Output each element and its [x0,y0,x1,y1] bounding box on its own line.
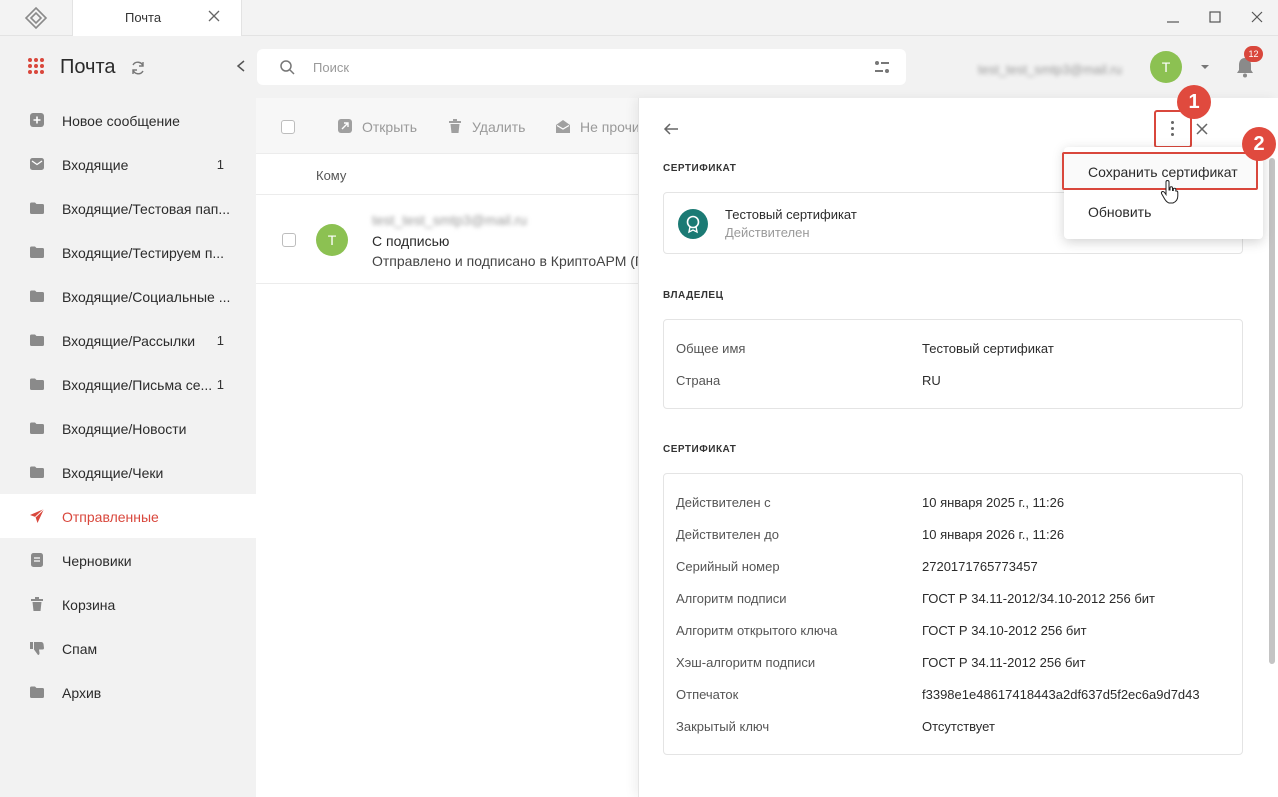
detail-row-thumbprint: Отпечаток f3398e1e48617418443a2df637d5f2… [676,687,1200,702]
detail-row-public-key-algorithm: Алгоритм открытого ключа ГОСТ Р 34.10-20… [676,623,1087,638]
select-all-checkbox[interactable] [281,120,295,134]
row-checkbox[interactable] [282,233,296,247]
app-title: Почта [60,56,116,78]
detail-row-hash-algorithm: Хэш-алгоритм подписи ГОСТ Р 34.11-2012 2… [676,655,1086,670]
sidebar-item-archive[interactable]: Архив [0,670,256,714]
trash-icon [449,119,461,133]
minimize-icon[interactable] [1165,9,1181,25]
section-certificate-title: СЕРТИФИКАТ [663,163,737,174]
column-to-label: Кому [316,168,347,183]
folder-icon [30,378,44,390]
sidebar-item-new-message[interactable]: Новое сообщение [0,98,256,142]
sidebar-item-sent[interactable]: Отправленные [0,494,256,538]
sidebar-item-drafts[interactable]: Черновики [0,538,256,582]
arrow-left-icon[interactable] [663,122,679,136]
folder-icon [30,334,44,346]
thumb-down-icon [30,642,44,655]
apps-grid-icon[interactable] [28,58,44,74]
sidebar-item-trash[interactable]: Корзина [0,582,256,626]
envelope-open-icon [556,120,570,133]
list-column-header: Кому [256,155,638,195]
detail-row-serial: Серийный номер 2720171765773457 [676,559,1038,574]
sidebar-item-inbox-test-folder[interactable]: Входящие/Тестовая пап... [0,186,256,230]
open-external-icon [338,119,352,133]
folder-icon [30,422,44,434]
chevron-down-icon[interactable] [1200,64,1210,70]
search-input[interactable] [313,57,813,77]
filter-settings-icon[interactable] [874,59,890,75]
sidebar-item-inbox[interactable]: Входящие 1 [0,142,256,186]
detail-scrollbar-thumb[interactable] [1269,158,1275,664]
maximize-icon[interactable] [1207,9,1223,25]
title-bar: Почта [0,0,1278,36]
close-icon[interactable] [1195,122,1209,136]
section-owner-title: ВЛАДЕЛЕЦ [663,290,724,301]
folder-icon [30,466,44,478]
certificate-name: Тестовый сертификат [725,207,857,222]
folder-icon [30,290,44,302]
step-marker-2: 2 [1242,127,1276,161]
sidebar-item-inbox-receipts[interactable]: Входящие/Чеки [0,450,256,494]
detail-row-private-key: Закрытый ключ Отсутствует [676,719,995,734]
user-email: test_test_smtp3@mail.ru [978,62,1122,77]
folder-icon [30,246,44,258]
sidebar-item-inbox-mailings[interactable]: Входящие/Рассылки 1 [0,318,256,362]
plus-square-icon [30,113,44,127]
notification-badge: 12 [1244,46,1263,62]
window-close-icon[interactable] [1249,9,1265,25]
message-list: Открыть Удалить Не прочи Кому Т test_tes… [256,98,640,797]
sidebar: Новое сообщение Входящие 1 Входящие/Тест… [0,98,256,797]
message-from: test_test_smtp3@mail.ru [372,212,528,228]
list-toolbar: Открыть Удалить Не прочи [256,98,640,154]
sidebar-item-inbox-news[interactable]: Входящие/Новости [0,406,256,450]
detail-row-valid-from: Действителен с 10 января 2025 г., 11:26 [676,495,1065,510]
message-subject: С подписью [372,233,450,249]
sidebar-item-inbox-social[interactable]: Входящие/Социальные ... [0,274,256,318]
sidebar-item-inbox-letters[interactable]: Входящие/Письма се... 1 [0,362,256,406]
owner-row-common-name: Общее имя Тестовый сертификат [676,341,1054,356]
step-marker-1: 1 [1177,85,1211,119]
envelope-icon [30,158,44,170]
send-icon [30,509,44,523]
tab-close-icon[interactable] [207,9,221,23]
message-preview: Отправлено и подписано в КриптоАРМ (Г [372,253,638,269]
folder-icon [30,686,44,698]
trash-icon [31,597,43,611]
table-row[interactable]: Т test_test_smtp3@mail.ru С подписью Отп… [256,196,638,284]
draft-icon [31,553,43,567]
section-details-title: СЕРТИФИКАТ [663,444,737,455]
sync-icon[interactable] [130,60,146,76]
certificate-status: Действителен [725,225,810,240]
search-icon [280,60,295,75]
hand-cursor-icon [1160,180,1179,204]
app-logo-icon [24,7,48,29]
owner-card: Общее имя Тестовый сертификат Страна RU [663,319,1243,409]
tab-pochta[interactable]: Почта [72,0,242,36]
collapse-sidebar-icon[interactable] [234,58,248,74]
app-header: Почта test_test_smtp3@mail.ru Т 12 [0,36,1278,98]
search-bar [257,49,906,85]
certificate-badge-icon [678,209,708,239]
detail-row-valid-to: Действителен до 10 января 2026 г., 11:26 [676,527,1065,542]
sidebar-item-spam[interactable]: Спам [0,626,256,670]
tab-label: Почта [125,10,162,25]
owner-row-country: Страна RU [676,373,941,388]
folder-icon [30,202,44,214]
user-avatar[interactable]: Т [1150,51,1182,83]
certificate-details-card: Действителен с 10 января 2025 г., 11:26 … [663,473,1243,755]
sidebar-item-inbox-testing[interactable]: Входящие/Тестируем п... [0,230,256,274]
avatar: Т [316,224,348,256]
detail-row-signature-algorithm: Алгоритм подписи ГОСТ Р 34.11-2012/34.10… [676,591,1155,606]
